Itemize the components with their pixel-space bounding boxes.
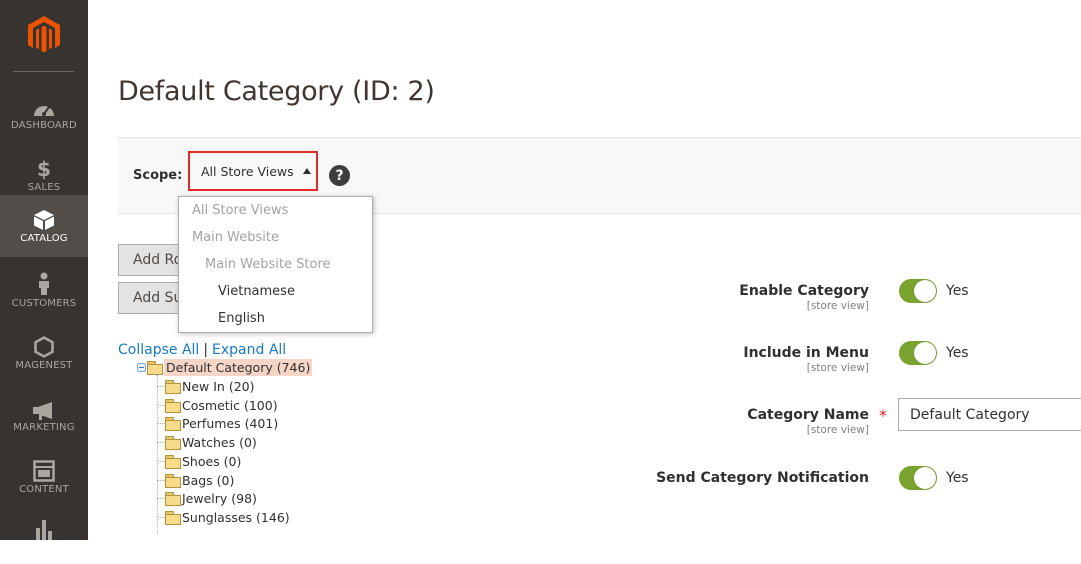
nav-reports[interactable] bbox=[0, 502, 88, 564]
magento-logo[interactable] bbox=[0, 0, 88, 70]
tree-node[interactable]: Bags (0) bbox=[157, 471, 234, 489]
folder-icon bbox=[165, 455, 181, 469]
scope-option-main-website: Main Website bbox=[192, 230, 279, 245]
field-label: Enable Category bbox=[739, 283, 869, 299]
field-label: Send Category Notification bbox=[656, 470, 869, 486]
enable-category-field-label: Enable Category [store view] bbox=[739, 283, 869, 312]
nav-label: CUSTOMERS bbox=[11, 298, 77, 309]
folder-icon bbox=[147, 361, 163, 375]
field-scope: [store view] bbox=[806, 362, 869, 374]
collapse-all-link[interactable]: Collapse All bbox=[118, 342, 199, 358]
nav-label: CONTENT bbox=[19, 484, 69, 495]
folder-icon bbox=[165, 399, 181, 413]
tree-node[interactable]: Jewelry (98) bbox=[157, 489, 257, 507]
include-in-menu-value: Yes bbox=[946, 345, 969, 361]
nav-catalog[interactable]: CATALOG bbox=[0, 195, 88, 257]
folder-icon bbox=[165, 474, 181, 488]
nav-label: CATALOG bbox=[20, 233, 68, 244]
enable-category-toggle[interactable] bbox=[899, 279, 937, 303]
include-in-menu-field-label: Include in Menu [store view] bbox=[743, 345, 869, 374]
folder-icon bbox=[165, 380, 181, 394]
field-label: Include in Menu bbox=[743, 345, 869, 361]
bar-chart-icon bbox=[33, 516, 55, 540]
folder-icon bbox=[165, 417, 181, 431]
admin-sidebar: DASHBOARD $ SALES CATALOG CUSTOMERS MAGE… bbox=[0, 0, 88, 540]
tree-node[interactable]: Watches (0) bbox=[157, 433, 257, 451]
nav-magenest[interactable]: MAGENEST bbox=[0, 320, 88, 382]
collapse-toggle-icon[interactable] bbox=[137, 362, 146, 372]
person-icon bbox=[37, 272, 51, 296]
nav-content[interactable]: CONTENT bbox=[0, 444, 88, 506]
include-in-menu-toggle[interactable] bbox=[899, 341, 937, 365]
nav-dashboard[interactable]: DASHBOARD bbox=[0, 80, 88, 142]
field-scope: [store view] bbox=[806, 424, 869, 436]
tree-node-label: Watches (0) bbox=[182, 434, 257, 450]
tree-node[interactable]: Perfumes (401) bbox=[157, 414, 278, 432]
tree-node-label[interactable]: Default Category (746) bbox=[164, 358, 313, 376]
folder-icon bbox=[165, 436, 181, 450]
caret-up-icon bbox=[302, 167, 311, 174]
page-title: Default Category (ID: 2) bbox=[118, 76, 435, 107]
megaphone-icon bbox=[32, 396, 56, 420]
send-notification-value: Yes bbox=[946, 470, 969, 486]
scope-option-main-website-store: Main Website Store bbox=[205, 257, 331, 272]
hexagon-icon bbox=[34, 334, 54, 358]
expand-all-link[interactable]: Expand All bbox=[212, 342, 286, 358]
send-notification-field-label: Send Category Notification bbox=[656, 470, 869, 486]
link-separator: | bbox=[203, 342, 209, 358]
tree-node-label: Bags (0) bbox=[182, 472, 235, 488]
scope-dropdown: All Store Views Main Website Main Websit… bbox=[178, 196, 373, 333]
magento-logo-icon bbox=[28, 16, 60, 53]
scope-label: Scope: bbox=[133, 168, 183, 183]
tree-node-label: Shoes (0) bbox=[182, 453, 242, 469]
category-name-field-label: Category Name [store view] bbox=[747, 407, 869, 436]
nav-marketing[interactable]: MARKETING bbox=[0, 382, 88, 444]
nav-label: MAGENEST bbox=[15, 360, 73, 371]
layout-icon bbox=[33, 458, 55, 482]
tree-node[interactable]: Shoes (0) bbox=[157, 452, 241, 470]
tree-root-node[interactable]: Default Category (746) bbox=[137, 358, 313, 376]
tree-controls: Collapse All | Expand All bbox=[118, 342, 286, 358]
scope-option-all-store-views: All Store Views bbox=[192, 203, 289, 218]
field-label: Category Name bbox=[747, 407, 869, 423]
help-icon[interactable]: ? bbox=[329, 165, 350, 186]
nav-label: DASHBOARD bbox=[11, 120, 77, 131]
folder-icon bbox=[165, 511, 181, 525]
folder-icon bbox=[165, 492, 181, 506]
scope-selected-value: All Store Views bbox=[201, 163, 294, 179]
tree-node-label: New In (20) bbox=[182, 378, 255, 394]
box-icon bbox=[33, 207, 55, 231]
logo-divider bbox=[13, 71, 74, 72]
tree-node-label: Cosmetic (100) bbox=[182, 397, 278, 413]
speedometer-icon bbox=[32, 94, 56, 118]
tree-node-label: Sunglasses (146) bbox=[182, 509, 290, 525]
tree-node-label: Perfumes (401) bbox=[182, 415, 279, 431]
field-scope: [store view] bbox=[806, 300, 869, 312]
dollar-icon: $ bbox=[37, 157, 51, 181]
enable-category-value: Yes bbox=[946, 283, 969, 299]
tree-node[interactable]: Sunglasses (146) bbox=[157, 508, 290, 526]
nav-customers[interactable]: CUSTOMERS bbox=[0, 258, 88, 320]
tree-node[interactable]: New In (20) bbox=[157, 377, 254, 395]
scope-option-english[interactable]: English bbox=[218, 311, 265, 326]
send-notification-toggle[interactable] bbox=[899, 466, 937, 490]
nav-label: MARKETING bbox=[13, 422, 75, 433]
tree-node-label: Jewelry (98) bbox=[182, 490, 257, 506]
required-asterisk: * bbox=[879, 406, 887, 425]
main-content: Default Category (ID: 2) Scope: All Stor… bbox=[88, 0, 1081, 540]
category-name-input[interactable] bbox=[898, 398, 1081, 431]
tree-node[interactable]: Cosmetic (100) bbox=[157, 396, 278, 414]
scope-option-vietnamese[interactable]: Vietnamese bbox=[218, 284, 295, 299]
scope-switcher-button[interactable]: All Store Views bbox=[188, 151, 318, 191]
nav-label: SALES bbox=[27, 182, 61, 193]
